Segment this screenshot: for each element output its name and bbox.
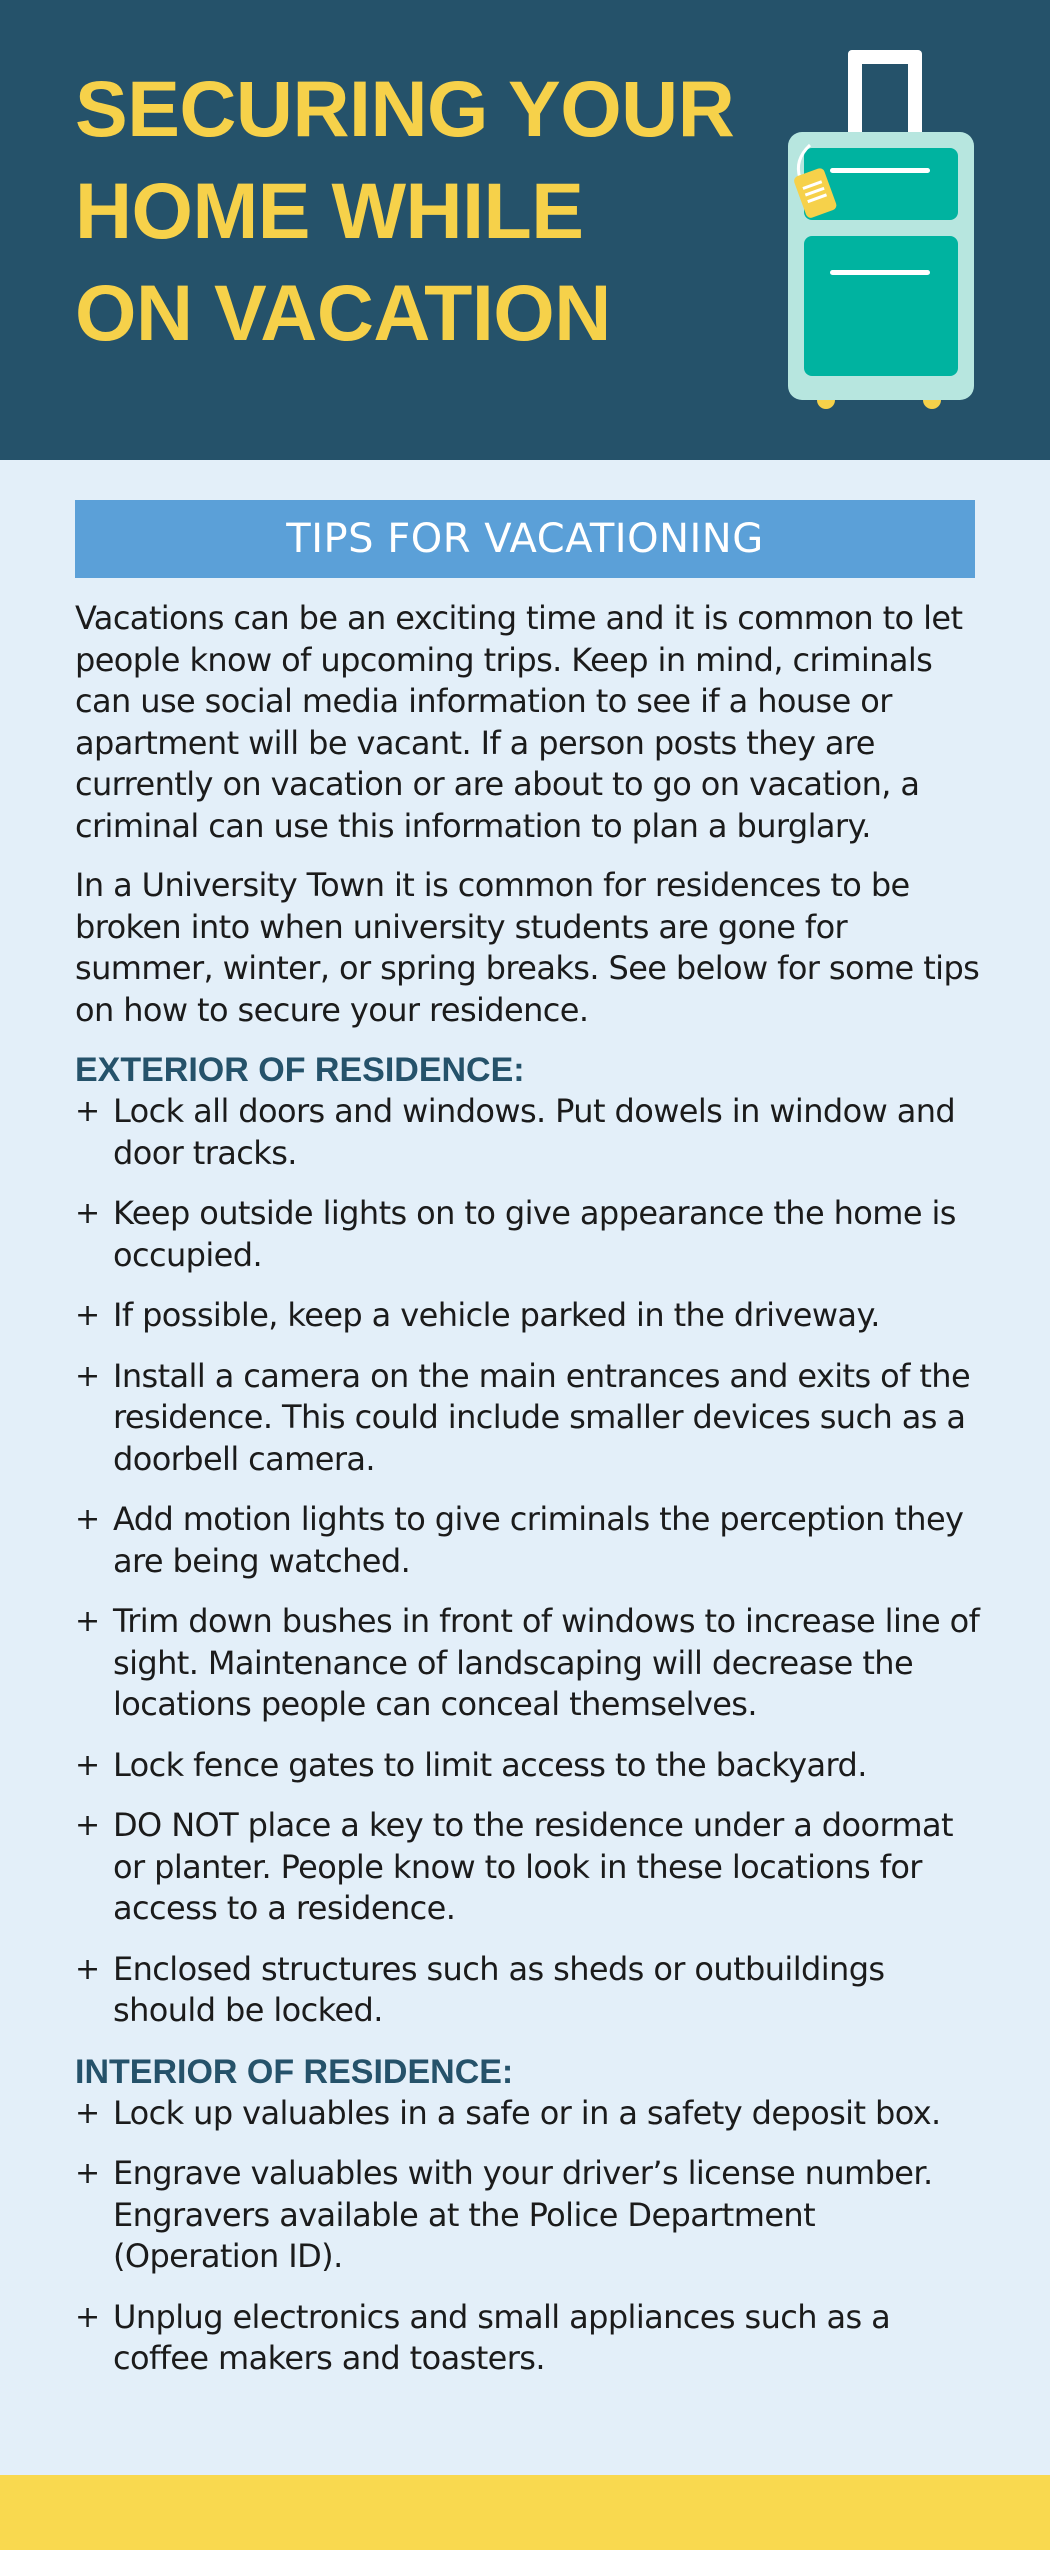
main-content: Vacations can be an exciting time and it… xyxy=(75,598,980,2399)
plus-icon: + xyxy=(75,2299,100,2335)
list-item-text: If possible, keep a vehicle parked in th… xyxy=(113,1296,880,1334)
list-item-text: Lock all doors and windows. Put dowels i… xyxy=(113,1092,956,1172)
list-item: + If possible, keep a vehicle parked in t… xyxy=(75,1295,980,1337)
title-line: HOME WHILE xyxy=(75,166,584,255)
list-item: + Keep outside lights on to give appearan… xyxy=(75,1193,980,1276)
interior-heading: INTERIOR OF RESIDENCE: xyxy=(75,2052,514,2091)
section-banner-label: TIPS FOR VACATIONING xyxy=(286,516,764,562)
list-item: + Lock fence gates to limit access to the… xyxy=(75,1745,980,1787)
page-title: SECURING YOUR HOME WHILE ON VACATION xyxy=(75,58,775,364)
plus-icon: + xyxy=(75,1747,100,1783)
plus-icon: + xyxy=(75,2156,100,2191)
exterior-heading: EXTERIOR OF RESIDENCE: xyxy=(75,1051,525,1089)
list-item-text: Lock fence gates to limit access to the … xyxy=(113,1745,867,1784)
plus-icon: + xyxy=(75,1094,100,1129)
plus-icon: + xyxy=(75,1604,100,1639)
footer-bar xyxy=(0,2475,1050,2550)
intro-paragraph: In a University Town it is common for re… xyxy=(75,866,980,1029)
suitcase-icon xyxy=(788,50,974,409)
plus-icon: + xyxy=(75,1298,100,1333)
list-item-text: DO NOT place a key to the residence unde… xyxy=(113,1806,954,1927)
list-item-text: Add motion lights to give criminals the … xyxy=(113,1500,964,1580)
list-item: + Unplug electronics and small appliances… xyxy=(75,2297,980,2380)
title-line: SECURING YOUR xyxy=(75,64,735,153)
list-item: + DO NOT place a key to the residence und… xyxy=(75,1805,980,1930)
plus-icon: + xyxy=(75,1808,100,1843)
list-item-text: Engrave valuables with your driver’s lic… xyxy=(113,2154,933,2275)
list-item: + Add motion lights to give criminals the… xyxy=(75,1499,980,1582)
list-item: + Lock up valuables in a safe or in a saf… xyxy=(75,2093,980,2135)
section-banner: TIPS FOR VACATIONING xyxy=(75,500,975,578)
list-item: + Engrave valuables with your driver’s li… xyxy=(75,2153,980,2278)
header-banner: SECURING YOUR HOME WHILE ON VACATION xyxy=(0,0,1050,460)
list-item-text: Enclosed structures such as sheds or out… xyxy=(113,1949,885,2030)
plus-icon: + xyxy=(75,1196,100,1231)
plus-icon: + xyxy=(75,2095,100,2131)
intro-paragraph: Vacations can be an exciting time and it… xyxy=(75,599,963,845)
list-item: + Trim down bushes in front of windows to… xyxy=(75,1601,980,1726)
list-item: + Lock all doors and windows. Put dowels … xyxy=(75,1091,980,1174)
plus-icon: + xyxy=(75,1358,100,1394)
list-item-text: Install a camera on the main entrances a… xyxy=(113,1356,971,1478)
interior-list: + Lock up valuables in a safe or in a saf… xyxy=(75,2093,980,2380)
plus-icon: + xyxy=(75,1951,100,1987)
list-item-text: Trim down bushes in front of windows to … xyxy=(113,1602,980,1723)
plus-icon: + xyxy=(75,1502,100,1537)
list-item-text: Unplug electronics and small appliances … xyxy=(113,2297,891,2378)
list-item-text: Lock up valuables in a safe or in a safe… xyxy=(113,2093,941,2132)
exterior-list: + Lock all doors and windows. Put dowels … xyxy=(75,1091,980,2032)
list-item: + Enclosed structures such as sheds or ou… xyxy=(75,1949,980,2032)
title-line: ON VACATION xyxy=(75,268,611,357)
list-item-text: Keep outside lights on to give appearanc… xyxy=(113,1194,956,1274)
list-item: + Install a camera on the main entrances … xyxy=(75,1356,980,1481)
